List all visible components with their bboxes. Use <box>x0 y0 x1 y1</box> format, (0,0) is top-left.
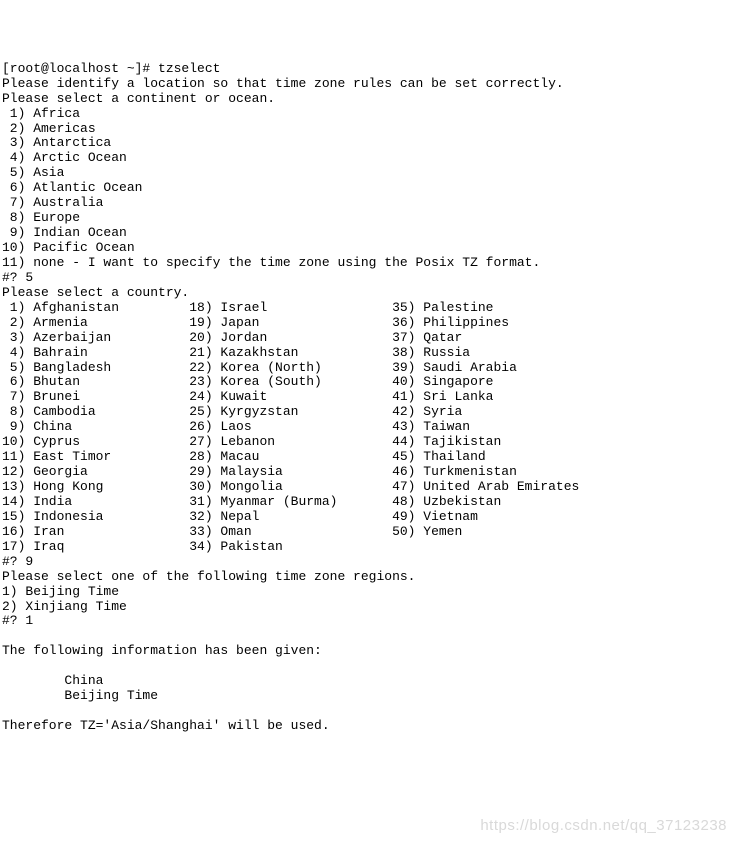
continent-option: 4) Arctic Ocean <box>2 150 127 165</box>
tz-input-answer[interactable]: #? 9 <box>2 554 33 569</box>
continent-option: 3) Antarctica <box>2 135 111 150</box>
continent-option: 8) Europe <box>2 210 80 225</box>
continent-option: 7) Australia <box>2 195 103 210</box>
confirm-line: The following information has been given… <box>2 643 322 658</box>
tz-input-answer[interactable]: #? 1 <box>2 613 33 628</box>
continent-option: 6) Atlantic Ocean <box>2 180 142 195</box>
terminal-output: [root@localhost ~]# tzselect Please iden… <box>2 62 731 734</box>
intro-line2: Please select a continent or ocean. <box>2 91 275 106</box>
tz-input-answer[interactable]: #? 5 <box>2 270 33 285</box>
continent-option: 2) Americas <box>2 121 96 136</box>
continent-option: 11) none - I want to specify the time zo… <box>2 255 540 270</box>
intro-line1: Please identify a location so that time … <box>2 76 564 91</box>
watermark: https://blog.csdn.net/qq_37123238 <box>480 817 727 834</box>
region-prompt: Please select one of the following time … <box>2 569 415 584</box>
continent-option: 5) Asia <box>2 165 64 180</box>
continent-option: 1) Africa <box>2 106 80 121</box>
region-option: 2) Xinjiang Time <box>2 599 127 614</box>
prompt-line: [root@localhost ~]# tzselect <box>2 61 220 76</box>
country-prompt: Please select a country. <box>2 285 189 300</box>
confirm-line: Beijing Time <box>2 688 158 703</box>
continent-option: 9) Indian Ocean <box>2 225 127 240</box>
confirm-line: Therefore TZ='Asia/Shanghai' will be use… <box>2 718 330 733</box>
region-option: 1) Beijing Time <box>2 584 119 599</box>
confirm-line: China <box>2 673 103 688</box>
country-columns: 1) Afghanistan 18) Israel 35) Palestine … <box>2 301 731 555</box>
continent-option: 10) Pacific Ocean <box>2 240 135 255</box>
